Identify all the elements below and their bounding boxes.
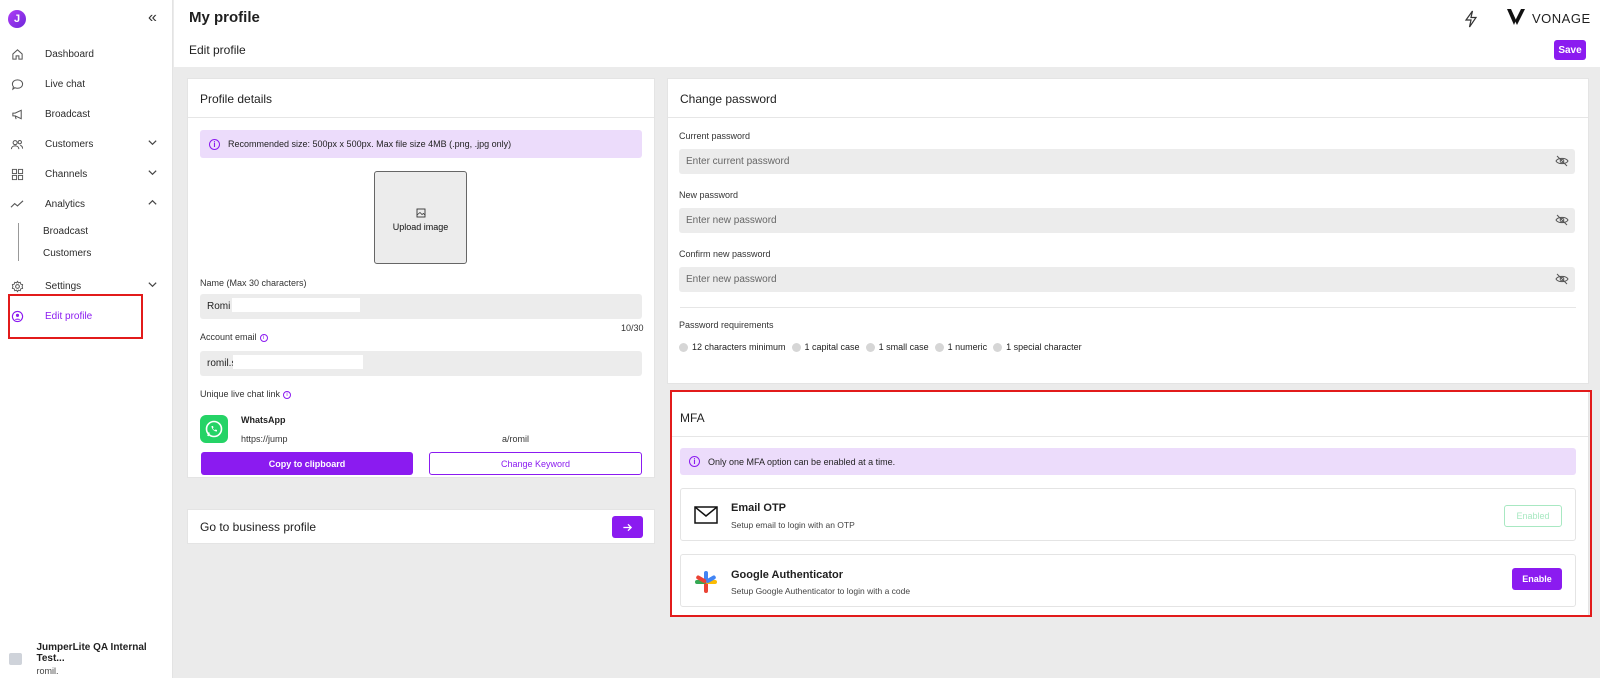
collapse-sidebar-icon[interactable]: « (148, 9, 157, 27)
current-password-input[interactable] (679, 149, 1575, 174)
whatsapp-name: WhatsApp (241, 415, 286, 425)
requirement-dot-icon (993, 342, 1003, 352)
gear-icon (9, 278, 25, 294)
sidebar-item-label: Customers (45, 138, 94, 150)
megaphone-icon (9, 106, 25, 122)
password-requirements-list: 12 characters minimum 1 capital case 1 s… (679, 342, 1088, 352)
save-button[interactable]: Save (1554, 40, 1586, 60)
requirement-item: 1 small case (865, 342, 929, 352)
sidebar-item-label: Broadcast (45, 108, 91, 120)
email-label: Account email (200, 332, 257, 342)
home-icon (9, 46, 25, 62)
sidebar-subitem-customers[interactable]: Customers (43, 248, 91, 259)
page-title: My profile (189, 9, 260, 26)
account-avatar (9, 653, 23, 665)
email-label-row: Account email i (200, 332, 268, 342)
whatsapp-link-start: https://jump (241, 434, 288, 444)
chevron-down-icon (147, 167, 158, 181)
image-upload-icon (375, 208, 466, 221)
new-password-input[interactable] (679, 208, 1575, 233)
confirm-password-label: Confirm new password (679, 249, 771, 259)
password-requirements-label: Password requirements (679, 320, 774, 330)
chevron-up-icon (147, 197, 158, 211)
sidebar-item-channels[interactable]: Channels (0, 161, 172, 187)
requirement-dot-icon (679, 342, 688, 352)
email-info-icon[interactable]: i (259, 333, 268, 342)
sidebar-item-label: Dashboard (45, 48, 94, 60)
sidebar-item-label: Live chat (45, 78, 86, 90)
vonage-logo: VONAGE (1506, 8, 1591, 29)
requirement-item: 1 numeric (934, 342, 987, 352)
sidebar: J « Dashboard Live chat Broadcast Custom… (0, 0, 173, 678)
sidebar-item-broadcast[interactable]: Broadcast (0, 101, 172, 127)
upload-image-button[interactable]: Upload image (374, 171, 467, 264)
redacted-block (233, 355, 363, 369)
users-icon (9, 136, 25, 152)
sidebar-item-analytics[interactable]: Analytics (0, 191, 172, 217)
divider (668, 117, 1588, 118)
chat-link-label: Unique live chat link (200, 389, 281, 399)
divider (188, 117, 654, 118)
mfa-highlight (670, 390, 1592, 617)
chat-link-info-icon[interactable]: i (283, 390, 292, 399)
requirement-dot-icon (791, 342, 801, 352)
sidebar-item-dashboard[interactable]: Dashboard (0, 41, 172, 67)
page-subtitle: Edit profile (189, 43, 246, 57)
sidebar-subitem-broadcast[interactable]: Broadcast (43, 226, 88, 237)
upload-info-banner: i Recommended size: 500px x 500px. Max f… (200, 130, 642, 158)
vonage-wordmark: VONAGE (1532, 11, 1591, 26)
submenu-line (18, 223, 19, 261)
whatsapp-icon (200, 415, 228, 443)
profile-details-title: Profile details (200, 92, 273, 106)
chevron-down-icon (147, 279, 158, 293)
chevron-down-icon (147, 137, 158, 151)
requirement-dot-icon (865, 342, 875, 352)
sidebar-item-customers[interactable]: Customers (0, 131, 172, 157)
sidebar-item-label: Channels (45, 168, 88, 180)
edit-profile-highlight (8, 294, 143, 339)
eye-off-icon[interactable] (1555, 155, 1569, 170)
chat-icon (9, 76, 25, 92)
change-password-title: Change password (680, 92, 777, 106)
account-switcher[interactable]: JumperLite QA Internal Test... romil. (0, 640, 172, 678)
requirement-item: 12 characters minimum (679, 342, 786, 352)
current-password-label: Current password (679, 131, 751, 141)
redacted-block (232, 298, 360, 312)
chat-link-label-row: Unique live chat link i (200, 389, 292, 399)
app-logo[interactable]: J (8, 10, 26, 28)
arrow-right-icon (623, 523, 633, 531)
name-char-counter: 10/30 (621, 323, 644, 333)
requirement-dot-icon (934, 342, 944, 352)
vonage-mark-icon (1506, 8, 1526, 29)
name-label: Name (Max 30 characters) (200, 278, 307, 288)
business-profile-card[interactable]: Go to business profile (187, 509, 655, 544)
divider (680, 307, 1576, 308)
upload-info-text: Recommended size: 500px x 500px. Max fil… (228, 139, 512, 149)
lightning-icon[interactable] (1464, 10, 1478, 33)
account-user: romil. (36, 666, 59, 676)
change-keyword-button[interactable]: Change Keyword (429, 452, 642, 475)
copy-to-clipboard-button[interactable]: Copy to clipboard (201, 452, 413, 475)
business-profile-label: Go to business profile (200, 520, 317, 534)
info-icon: i (209, 138, 220, 150)
requirement-item: 1 capital case (791, 342, 860, 352)
go-business-button[interactable] (612, 516, 643, 538)
confirm-password-input[interactable] (679, 267, 1575, 292)
eye-off-icon[interactable] (1555, 214, 1569, 229)
new-password-label: New password (679, 190, 739, 200)
sidebar-item-live-chat[interactable]: Live chat (0, 71, 172, 97)
upload-image-label: Upload image (392, 222, 449, 232)
sidebar-item-label: Settings (45, 280, 82, 292)
grid-icon (9, 166, 25, 182)
account-name: JumperLite QA Internal Test... (36, 642, 147, 664)
sidebar-item-label: Analytics (45, 198, 86, 210)
whatsapp-link-end: a/romil (502, 434, 530, 444)
header: My profile Edit profile VONAGE Save (174, 0, 1600, 67)
requirement-item: 1 special character (993, 342, 1082, 352)
eye-off-icon[interactable] (1555, 273, 1569, 288)
analytics-icon (9, 196, 25, 212)
